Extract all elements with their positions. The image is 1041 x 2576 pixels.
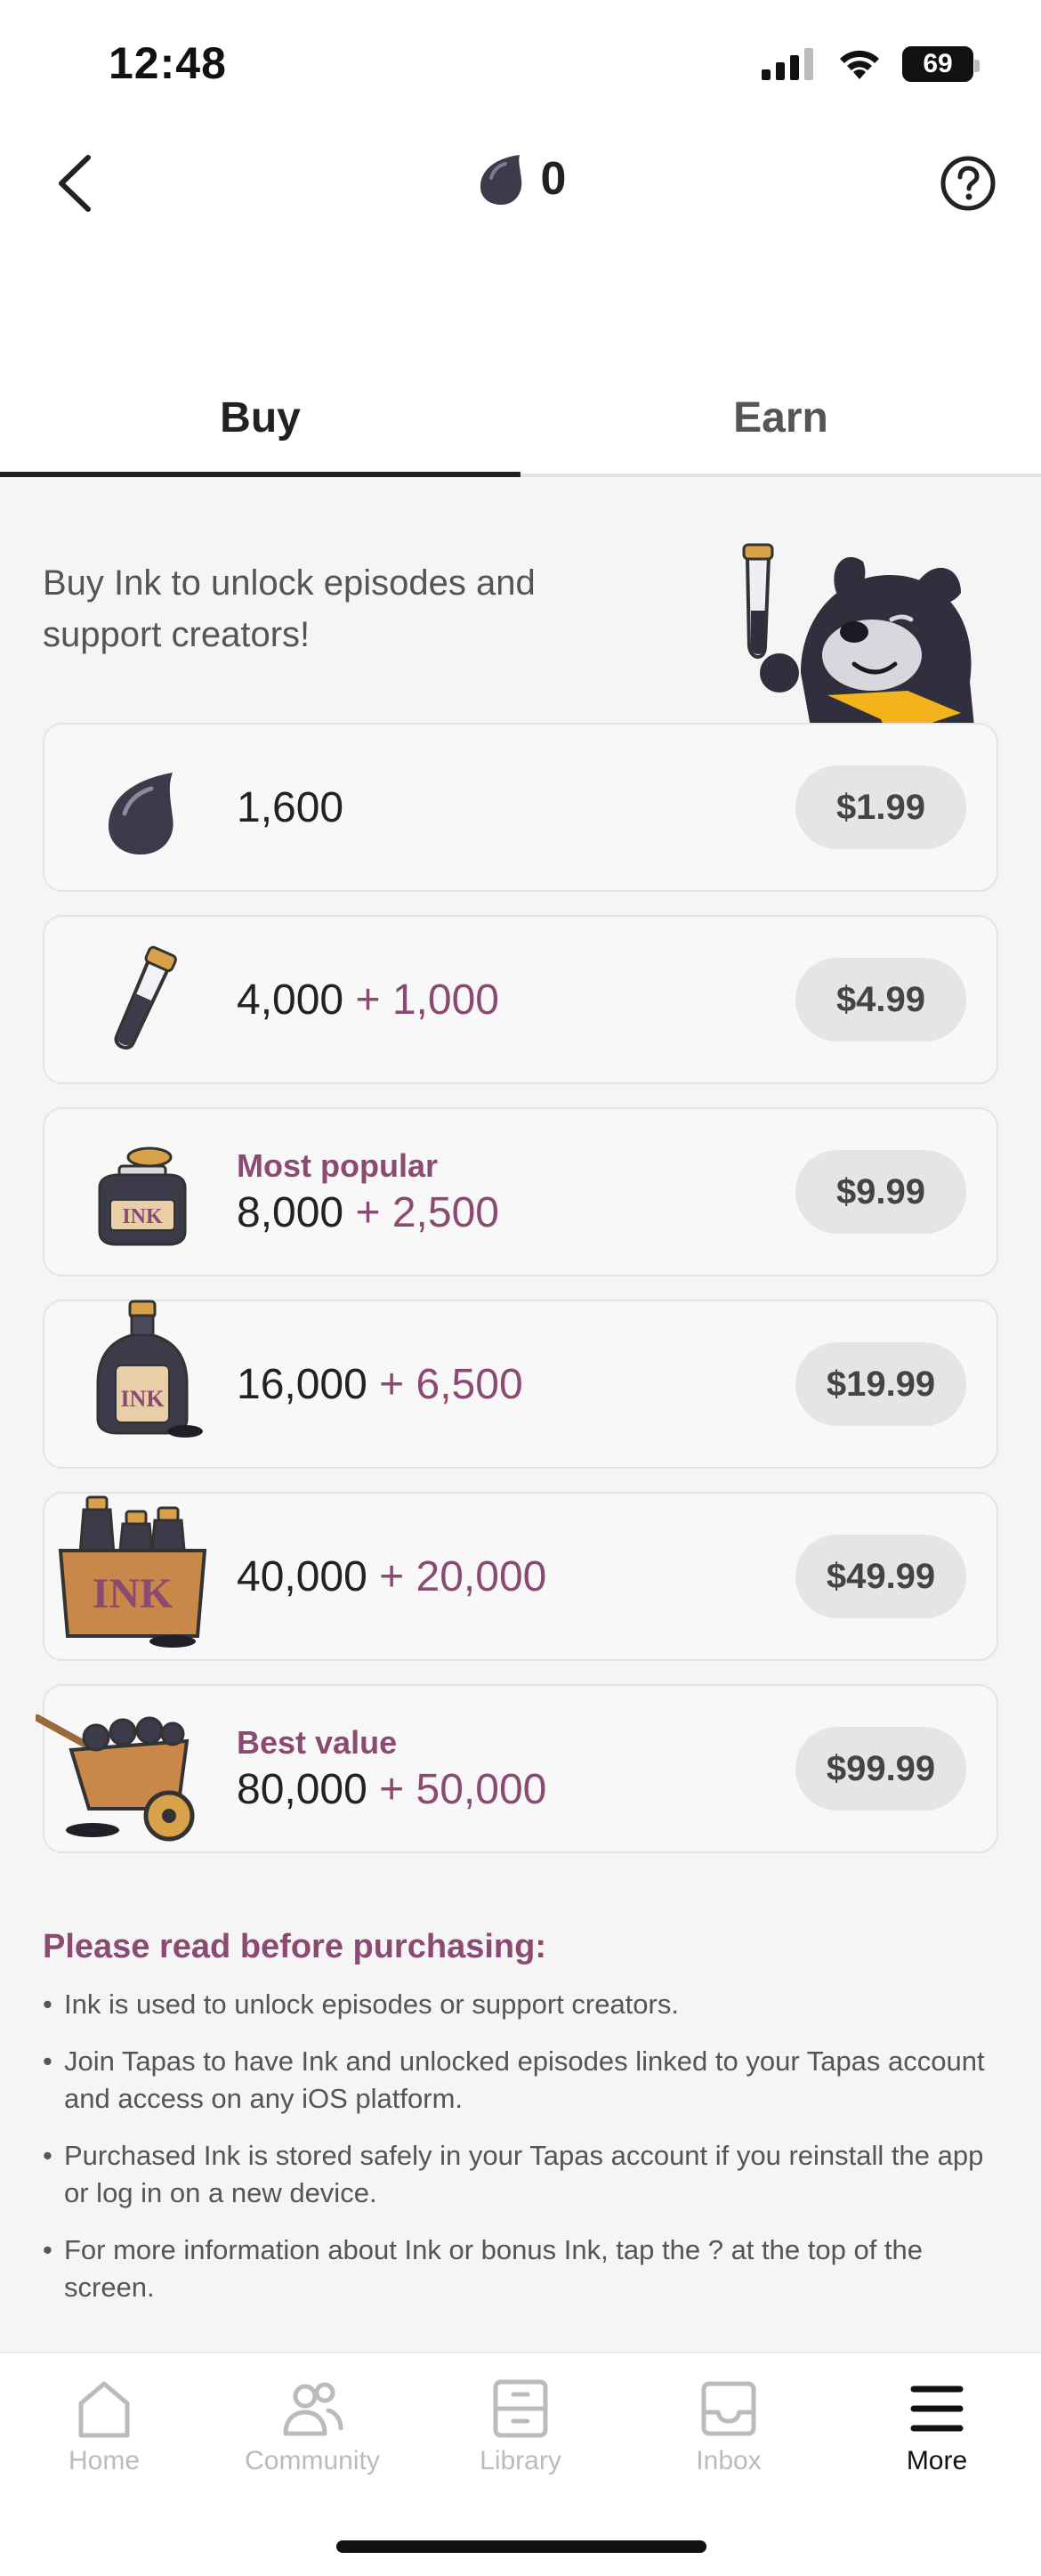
svg-text:INK: INK (122, 1205, 163, 1228)
package-amount: 40,000 + 20,000 (237, 1552, 546, 1601)
nav-item-library[interactable]: Library (416, 2377, 625, 2487)
battery-level: 69 (923, 49, 953, 78)
ink-package[interactable]: INK 40,000 + 20,000 $49.99 (43, 1492, 998, 1661)
nav-label: Library (480, 2446, 561, 2475)
purchase-notes-list: Ink is used to unlock episodes or suppor… (43, 1986, 1004, 2306)
home-icon (78, 2381, 130, 2438)
nav-label: Community (245, 2446, 380, 2475)
intro-text: Buy Ink to unlock episodes and support c… (43, 563, 536, 654)
ink-balance-value: 0 (540, 153, 567, 205)
price-button[interactable]: $49.99 (795, 1535, 966, 1618)
cellular-signal-icon (762, 48, 813, 80)
menu-icon (910, 2386, 964, 2432)
package-bonus-amount: + 1,000 (355, 976, 499, 1024)
nav-item-home[interactable]: Home (0, 2377, 208, 2487)
ink-package[interactable]: 1,600 $1.99 (43, 723, 998, 892)
package-tag-most-popular: Most popular (237, 1146, 438, 1184)
package-amount: 16,000 + 6,500 (237, 1360, 523, 1409)
package-base-amount: 16,000 (237, 1360, 367, 1408)
purchase-note: Join Tapas to have Ink and unlocked epis… (43, 2043, 1004, 2118)
community-icon (283, 2382, 343, 2436)
purchase-note: Purchased Ink is stored safely in your T… (43, 2137, 1004, 2212)
ink-balance: 0 (0, 151, 1041, 207)
nav-label: More (906, 2446, 968, 2475)
nav-item-inbox[interactable]: Inbox (625, 2377, 833, 2487)
status-time: 12:48 (109, 38, 227, 88)
purchase-note: For more information about Ink or bonus … (43, 2232, 1004, 2306)
svg-text:INK: INK (120, 1386, 165, 1412)
package-text: 1,600 (237, 725, 343, 890)
package-text: 16,000 + 6,500 (237, 1301, 523, 1467)
price-button[interactable]: $1.99 (795, 766, 966, 849)
bottom-nav-items: Home Community Library Inbox More (0, 2353, 1041, 2487)
bottom-navigation: Home Community Library Inbox More (0, 2352, 1041, 2576)
package-amount: 4,000 + 1,000 (237, 976, 499, 1025)
package-text: Most popular 8,000 + 2,500 (237, 1109, 499, 1275)
purchase-notes-title: Please read before purchasing: (43, 1928, 546, 1965)
nav-item-more[interactable]: More (833, 2377, 1041, 2487)
ink-wheelbarrow-icon (36, 1714, 195, 1842)
ink-bottle-icon: INK (96, 1300, 203, 1438)
tab-buy[interactable]: Buy (0, 374, 520, 477)
ink-crate-icon: INK (58, 1495, 207, 1648)
package-bonus-amount: + 6,500 (379, 1360, 523, 1408)
purchase-note: Ink is used to unlock episodes or suppor… (43, 1986, 1004, 2023)
package-text: 40,000 + 20,000 (237, 1494, 546, 1659)
package-base-amount: 4,000 (237, 976, 344, 1024)
tab-bar: Buy Earn (0, 374, 1041, 477)
header: 0 (0, 134, 1041, 231)
package-base-amount: 80,000 (237, 1765, 367, 1813)
package-base-amount: 1,600 (237, 783, 344, 831)
ink-package[interactable]: 4,000 + 1,000 $4.99 (43, 915, 998, 1084)
nav-label: Home (68, 2446, 141, 2475)
price-button[interactable]: $9.99 (795, 1150, 966, 1234)
status-icons: 69 (762, 46, 980, 82)
package-bonus-amount: + 20,000 (379, 1552, 547, 1600)
package-amount: 1,600 (237, 783, 343, 832)
price-button[interactable]: $19.99 (795, 1342, 966, 1426)
status-bar: 12:48 69 (0, 0, 1041, 134)
svg-text:INK: INK (93, 1570, 174, 1617)
ink-vial-icon (114, 945, 177, 1050)
home-indicator[interactable] (336, 2540, 706, 2553)
tab-earn[interactable]: Earn (520, 374, 1041, 474)
battery-indicator: 69 (902, 46, 980, 82)
ink-package[interactable]: INK 16,000 + 6,500 $19.99 (43, 1300, 998, 1469)
question-circle-icon (940, 156, 996, 211)
package-tag-best-value: Best value (237, 1723, 398, 1761)
main-content: Buy Ink to unlock episodes and support c… (0, 477, 1041, 2352)
purchase-notes: Please read before purchasing: Ink is us… (43, 1928, 1004, 2326)
library-icon (493, 2379, 548, 2438)
package-text: Best value 80,000 + 50,000 (237, 1686, 546, 1851)
package-amount: 80,000 + 50,000 (237, 1765, 546, 1814)
ink-jar-icon: INK (98, 1146, 187, 1246)
ink-package[interactable]: INK Most popular 8,000 + 2,500 $9.99 (43, 1107, 998, 1276)
nav-label: Inbox (696, 2446, 762, 2475)
package-bonus-amount: + 2,500 (355, 1188, 499, 1236)
help-button[interactable] (940, 155, 997, 212)
price-button[interactable]: $4.99 (795, 958, 966, 1041)
package-base-amount: 8,000 (237, 1188, 344, 1236)
price-button[interactable]: $99.99 (795, 1727, 966, 1810)
package-amount: 8,000 + 2,500 (237, 1188, 499, 1237)
ink-drop-icon (108, 773, 174, 855)
package-text: 4,000 + 1,000 (237, 917, 499, 1082)
ink-package[interactable]: Best value 80,000 + 50,000 $99.99 (36, 1684, 998, 1853)
inbox-icon (701, 2381, 756, 2436)
ink-packages-list: 1,600 $1.99 4,000 + 1,000 $4.99 INK Most… (36, 723, 998, 1876)
nav-item-community[interactable]: Community (208, 2377, 416, 2487)
wifi-icon (840, 50, 879, 79)
package-bonus-amount: + 50,000 (379, 1765, 547, 1813)
ink-drop-icon (480, 155, 521, 205)
package-base-amount: 40,000 (237, 1552, 367, 1600)
